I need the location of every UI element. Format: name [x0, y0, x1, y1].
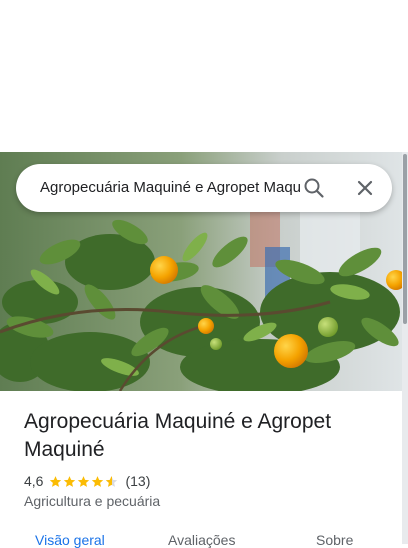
scrollbar-thumb[interactable]: [403, 154, 407, 324]
star-icon: [78, 475, 90, 487]
tab-bar: Visão geral Avaliações Sobre: [0, 524, 402, 548]
star-icon: [50, 475, 62, 487]
close-icon[interactable]: [353, 176, 377, 200]
rating-value: 4,6: [24, 473, 44, 489]
star-icon: [92, 475, 104, 487]
tab-overview[interactable]: Visão geral: [35, 532, 105, 548]
tab-about[interactable]: Sobre: [316, 532, 353, 548]
search-bar[interactable]: [16, 164, 392, 212]
tab-reviews[interactable]: Avaliações: [168, 532, 235, 548]
star-half-icon: [106, 475, 118, 487]
scrollbar[interactable]: [402, 152, 408, 544]
star-icon: [64, 475, 76, 487]
search-icon[interactable]: [302, 176, 326, 200]
place-title: Agropecuária Maquiné e Agropet Maquiné: [24, 410, 332, 461]
review-count[interactable]: (13): [125, 473, 150, 489]
search-input[interactable]: [40, 164, 302, 212]
place-category[interactable]: Agricultura e pecuária: [24, 493, 160, 509]
rating-row[interactable]: 4,6 (13): [24, 471, 150, 491]
star-rating: [49, 475, 119, 488]
